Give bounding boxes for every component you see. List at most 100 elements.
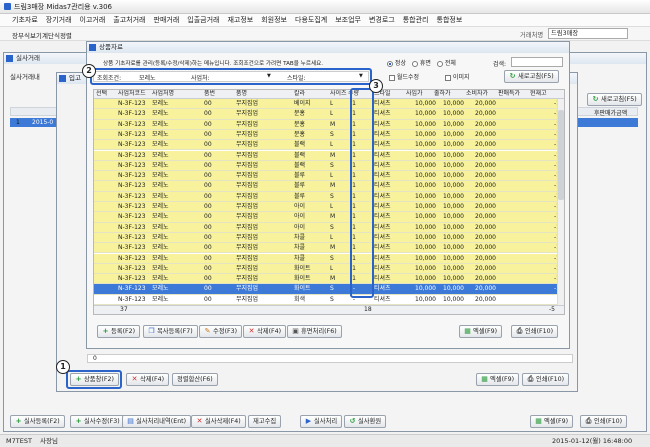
table-row[interactable]: N-3F-123 모레노 00 무지집업 아이 M 1 티셔츠 10,000 10,000 20,0… — [94, 212, 564, 223]
table-row[interactable]: N-3F-123 모레노 00 무지집업 블랙 L 1 티셔츠 10,000 10,000 20,0… — [94, 140, 564, 151]
sort-sum-button[interactable]: 정렬합산(F6) — [172, 373, 218, 386]
table-cell: N-3F-123 — [118, 110, 146, 118]
grid-col-header-5[interactable]: 칼라 — [294, 90, 305, 98]
menu-item-3[interactable]: 출고처거래 — [113, 14, 145, 26]
grid-col-header-0[interactable]: 선택 — [96, 90, 107, 98]
menu-item-0[interactable]: 기초자료 — [12, 14, 38, 26]
table-cell: 10,000 — [415, 141, 436, 149]
grid-col-header-3[interactable]: 품번 — [204, 90, 215, 98]
product-refresh-button[interactable]: ↻ 새로고침(F5) — [504, 70, 559, 83]
menu-item-4[interactable]: 판매거래 — [154, 14, 180, 26]
survey-history-button[interactable]: ▤ 실사처리내역(Ent) — [122, 415, 192, 428]
menu-item-12[interactable]: 통합정보 — [437, 14, 463, 26]
grid-col-header-6[interactable]: 사이즈 — [330, 90, 347, 98]
menu-item-10[interactable]: 변경로그 — [369, 14, 395, 26]
grid-col-header-13[interactable]: 현재고 — [530, 90, 547, 98]
menu-item-6[interactable]: 재고정보 — [227, 14, 253, 26]
grid-col-header-4[interactable]: 품명 — [236, 90, 247, 98]
grid-col-header-10[interactable]: 출하가 — [434, 90, 451, 98]
mid-delete-button[interactable]: ✕ 삭제(F4) — [126, 373, 170, 386]
print-button[interactable]: ⎙ 인쇄(F10) — [511, 325, 559, 338]
table-cell: 티셔츠 — [374, 182, 391, 190]
table-row[interactable]: N-3F-123 모레노 00 무지집업 베이지 L 1 티셔츠 10,000 10,000 20,… — [94, 99, 564, 110]
menu-item-11[interactable]: 통합관리 — [403, 14, 429, 26]
table-row[interactable]: N-3F-123 모레노 00 무지집업 분홍 M 1 티셔츠 10,000 10,000 20,0… — [94, 119, 564, 130]
bg-tab-0[interactable]: 장부식보기 — [12, 30, 42, 40]
table-row[interactable]: N-3F-123 모레노 00 무지집업 블랙 S 1 티셔츠 10,000 10,000 20,0… — [94, 160, 564, 172]
table-row[interactable]: N-3F-123 모레노 00 무지집업 차콜 L 1 티셔츠 10,000 10,000 20,0… — [94, 232, 564, 244]
table-cell: N-3F-123 — [118, 161, 146, 169]
bg-refresh-button[interactable]: ↻ 새로고침(F5) — [587, 93, 642, 106]
table-row[interactable]: N-3F-123 모레노 00 무지집업 블랙 M 1 티셔츠 10,000 10,000 20,0… — [94, 150, 564, 161]
mid-excel-button[interactable]: ▦ 엑셀(F9) — [476, 373, 520, 386]
table-row[interactable]: N-3F-123 모레노 00 무지집업 화이트 S - 티셔츠 10,000 10,000 20,… — [94, 284, 564, 295]
menu-item-7[interactable]: 회원정보 — [261, 14, 287, 26]
check-world-edit[interactable]: 월드수정 — [389, 72, 419, 81]
table-row[interactable]: N-3F-123 모레노 00 무지집업 블루 S 1 티셔츠 10,000 10,000 20,0… — [94, 191, 564, 202]
table-cell: 20,000 — [475, 161, 496, 169]
table-row[interactable]: N-3F-123 모레노 00 무지집업 화이트 L 1 티셔츠 10,000 10,000 20,… — [94, 263, 564, 275]
grid-col-header-1[interactable]: 사업처코드 — [118, 90, 146, 98]
table-cell: 티셔츠 — [374, 161, 391, 169]
table-cell — [498, 140, 528, 150]
radio-normal[interactable]: 정상 — [387, 58, 406, 67]
register-button[interactable]: + 등록(F2) — [97, 325, 141, 338]
table-cell: L — [330, 110, 334, 118]
grid-col-header-11[interactable]: 소비자가 — [466, 90, 488, 98]
search-input[interactable] — [511, 57, 563, 67]
menu-item-5[interactable]: 입출금거래 — [187, 14, 219, 26]
app-titlebar: 드림3매장 Midas7관리용 v.306 — [0, 0, 650, 14]
table-row[interactable]: N-3F-123 모레노 00 무지집업 차콜 S 1 티셔츠 10,000 10,000 20,0… — [94, 253, 564, 264]
survey-excel-button[interactable]: ▦ 엑셀(F9) — [530, 415, 574, 428]
table-row[interactable]: N-3F-123 모레노 00 무지집업 화이트 M 1 티셔츠 10,000 10,000 20,… — [94, 274, 564, 285]
menu-item-9[interactable]: 보조업무 — [335, 14, 361, 26]
table-cell: N-3F-123 — [118, 192, 146, 200]
footer-stock: -5 — [549, 306, 555, 313]
table-row[interactable]: N-3F-123 모레노 00 무지집업 분홍 S 1 티셔츠 10,000 10,000 20,0… — [94, 129, 564, 141]
menu-item-1[interactable]: 장기거래 — [46, 14, 72, 26]
table-row[interactable]: N-3F-123 모레노 00 무지집업 분홍 L 1 티셔츠 10,000 10,000 20,0… — [94, 109, 564, 120]
bg-tab-1[interactable]: 계단식정렬 — [42, 30, 72, 40]
survey-print-button[interactable]: ⎙ 인쇄(F10) — [580, 415, 628, 428]
table-row[interactable]: N-3F-123 모레노 00 무지집업 아이 S 1 티셔츠 10,000 10,000 20,0… — [94, 222, 564, 233]
check-group: 월드수정 — [389, 72, 419, 81]
table-cell: 티셔츠 — [374, 120, 391, 128]
edit-button[interactable]: ✎ 수정(F3) — [199, 325, 243, 338]
dormant-button[interactable]: ▣ 휴면처리(F6) — [287, 325, 342, 338]
customer-value[interactable]: 드림3매장 — [548, 28, 628, 39]
table-row[interactable]: N-3F-123 모레노 00 무지집업 블루 M 1 티셔츠 10,000 10,000 20,0… — [94, 181, 564, 192]
mid-print-button[interactable]: ⎙ 인쇄(F10) — [522, 373, 570, 386]
table-cell: 10,000 — [415, 203, 436, 210]
excel-button[interactable]: ▦ 엑셀(F9) — [459, 325, 503, 338]
table-cell: L — [330, 172, 334, 180]
survey-register-button[interactable]: + 실사등록(F2) — [10, 415, 65, 428]
grid-col-header-9[interactable]: 사입가 — [406, 90, 423, 98]
grid-scroll-thumb[interactable] — [558, 110, 564, 200]
survey-delete-button[interactable]: ✕ 실사삭제(F4) — [191, 415, 246, 428]
table-cell: 베이지 — [294, 100, 311, 107]
table-cell: 무지집업 — [236, 172, 259, 180]
delete-button[interactable]: ✕ 삭제(F4) — [243, 325, 287, 338]
table-row[interactable]: N-3F-123 모레노 00 무지집업 회색 S - 티셔츠 10,000 10,000 20,0… — [94, 294, 564, 305]
grid-col-header-12[interactable]: 판매특가 — [498, 90, 520, 98]
grid-col-header-2[interactable]: 사업처명 — [152, 90, 174, 98]
table-row[interactable]: N-3F-123 모레노 00 무지집업 차콜 M 1 티셔츠 10,000 10,000 20,0… — [94, 243, 564, 254]
table-row[interactable]: N-3F-123 모레노 00 무지집업 블루 L 1 티셔츠 10,000 10,000 20,0… — [94, 171, 564, 182]
menu-item-2[interactable]: 이고거래 — [80, 14, 106, 26]
plus-icon: + — [15, 417, 22, 425]
table-row[interactable]: N-3F-123 모레노 00 무지집업 아이 L 1 티셔츠 10,000 10,000 20,0… — [94, 202, 564, 213]
radio-all[interactable]: 전체 — [436, 58, 456, 67]
table-cell: 분홍 — [294, 130, 306, 138]
copy-register-button[interactable]: ❐ 복사등록(F7) — [143, 325, 198, 338]
bg-refresh-label: 새로고침(F5) — [601, 96, 637, 103]
table-cell: 모레노 — [152, 161, 169, 169]
mid-input-value[interactable]: 0 — [93, 355, 97, 362]
stock-collect-button[interactable]: 재고수집 — [248, 415, 282, 428]
survey-edit-button[interactable]: + 실사수정(F3) — [70, 415, 125, 428]
radio-dormant[interactable]: 휴면 — [411, 58, 431, 67]
table-cell: 20,000 — [475, 182, 496, 190]
check-image[interactable]: 이미지 — [445, 72, 469, 81]
menu-item-8[interactable]: 다용도집계 — [295, 14, 327, 26]
survey-restore-button[interactable]: ↺ 실사환원 — [344, 415, 387, 428]
survey-process-button[interactable]: ▶ 실사처리 — [300, 415, 343, 428]
